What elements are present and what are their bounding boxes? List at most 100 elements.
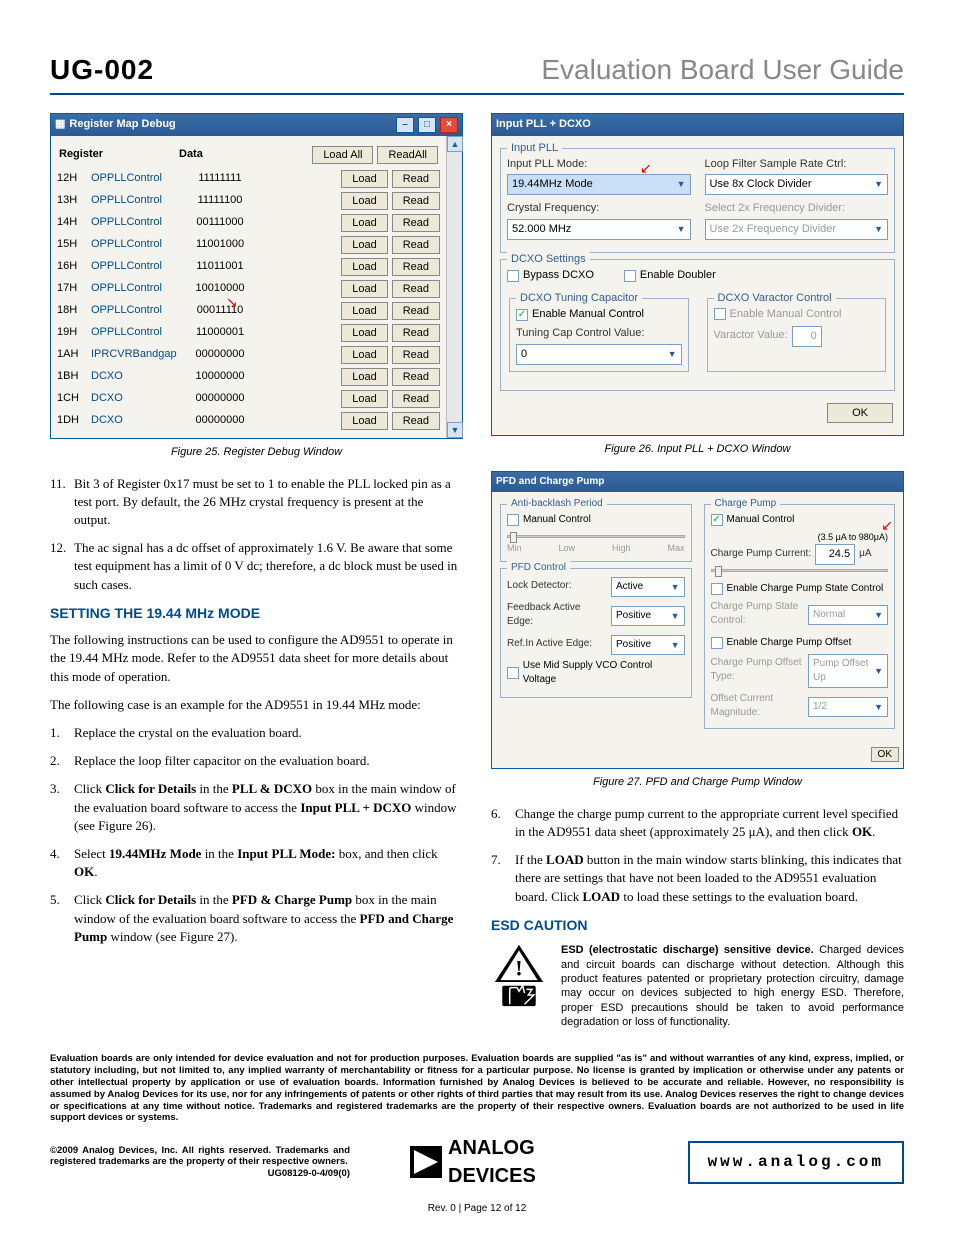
antibacklash-group: Anti-backlash Period Manual Control MinL… [500, 504, 692, 562]
ok-button[interactable]: OK [871, 747, 899, 762]
bypass-dcxo-checkbox[interactable]: Bypass DCXO [507, 268, 594, 283]
reg-addr: 15H [57, 237, 87, 252]
refin-edge-select[interactable]: Positive▼ [611, 635, 685, 655]
input-pll-mode-select[interactable]: 19.44MHz Mode▼ [507, 174, 691, 195]
lock-detector-select[interactable]: Active▼ [611, 577, 685, 597]
reg-data: 11011001 [185, 259, 255, 274]
chevron-down-icon: ▼ [874, 609, 883, 622]
cp-offset-checkbox[interactable]: Enable Charge Pump Offset [711, 636, 852, 650]
read-button[interactable]: Read [392, 280, 440, 298]
chevron-down-icon: ▼ [671, 639, 680, 652]
load-button[interactable]: Load [341, 258, 387, 276]
enable-manual-control-checkbox[interactable]: Enable Manual Control [714, 307, 842, 322]
loop-filter-select[interactable]: Use 8x Clock Divider▼ [705, 174, 889, 195]
ok-button[interactable]: OK [827, 403, 893, 423]
page-footer: ©2009 Analog Devices, Inc. All rights re… [50, 1134, 904, 1190]
load-button[interactable]: Load [341, 390, 387, 408]
table-header: Register Data Load All ReadAll [57, 142, 440, 168]
load-button[interactable]: Load [341, 368, 387, 386]
read-button[interactable]: Read [392, 346, 440, 364]
cp-state-control-checkbox[interactable]: Enable Charge Pump State Control [711, 582, 884, 596]
dcxo-settings-group: DCXO Settings Bypass DCXO Enable Doubler… [500, 259, 895, 391]
varactor-value-label: Varactor Value: [714, 328, 788, 343]
read-button[interactable]: Read [392, 412, 440, 430]
reg-data: 00000000 [185, 347, 255, 362]
load-button[interactable]: Load [341, 412, 387, 430]
group-label: DCXO Varactor Control [714, 291, 836, 306]
load-button[interactable]: Load [341, 170, 387, 188]
load-button[interactable]: Load [341, 302, 387, 320]
group-label: Anti-backlash Period [507, 497, 607, 511]
reg-addr: 14H [57, 215, 87, 230]
enable-doubler-checkbox[interactable]: Enable Doubler [624, 268, 716, 283]
group-label: DCXO Settings [507, 252, 590, 267]
svg-text:!: ! [515, 956, 522, 981]
cp-manual-control-checkbox[interactable]: ✓Manual Control [711, 513, 795, 527]
manual-control-checkbox[interactable]: Manual Control [507, 513, 591, 527]
chevron-down-icon: ▼ [874, 178, 883, 191]
read-button[interactable]: Read [392, 170, 440, 188]
read-button[interactable]: Read [392, 236, 440, 254]
charge-pump-group: Charge Pump ✓Manual Control (3.5 μA to 9… [704, 504, 896, 729]
scroll-up-icon[interactable]: ▲ [447, 136, 463, 152]
load-button[interactable]: Load [341, 192, 387, 210]
load-button[interactable]: Load [341, 214, 387, 232]
enable-manual-control-checkbox[interactable]: ✓Enable Manual Control [516, 307, 644, 322]
varactor-control-group: DCXO Varactor Control Enable Manual Cont… [707, 298, 887, 372]
crystal-freq-label: Crystal Frequency: [507, 201, 691, 216]
reg-name: OPPLLControl [91, 325, 181, 340]
website-link[interactable]: www.analog.com [688, 1141, 904, 1183]
figure-26-caption: Figure 26. Input PLL + DCXO Window [491, 442, 904, 457]
read-all-button[interactable]: ReadAll [377, 146, 438, 164]
read-button[interactable]: Read [392, 214, 440, 232]
cp-current-slider[interactable] [711, 569, 889, 572]
input-pll-mode-label: Input PLL Mode: [507, 157, 691, 172]
mid-supply-vco-checkbox[interactable]: Use Mid Supply VCO Control Voltage [507, 659, 685, 687]
read-button[interactable]: Read [392, 324, 440, 342]
scrollbar[interactable]: ▲ ▼ [446, 136, 462, 438]
read-button[interactable]: Read [392, 390, 440, 408]
body-paragraph: The following instructions can be used t… [50, 631, 463, 686]
read-button[interactable]: Read [392, 368, 440, 386]
reg-name: OPPLLControl [91, 303, 181, 318]
freq-divider-label: Select 2x Frequency Divider: [705, 201, 889, 216]
load-button[interactable]: Load [341, 346, 387, 364]
list-item: 2.Replace the loop filter capacitor on t… [50, 752, 463, 770]
cp-current-input[interactable]: 24.5 [815, 544, 855, 565]
reg-data: 11111111 [185, 171, 255, 186]
load-button[interactable]: Load [341, 236, 387, 254]
tuning-cap-value-select[interactable]: 0▼ [516, 344, 682, 365]
antibacklash-slider[interactable] [507, 535, 685, 538]
maximize-button[interactable]: □ [418, 117, 436, 133]
esd-caution-block: ! ESD (electrostatic discharge) sensitiv… [491, 943, 904, 1029]
read-button[interactable]: Read [392, 192, 440, 210]
load-button[interactable]: Load [341, 324, 387, 342]
reg-addr: 16H [57, 259, 87, 274]
close-button[interactable]: × [440, 117, 458, 133]
load-button[interactable]: Load [341, 280, 387, 298]
read-button[interactable]: Read [392, 302, 440, 320]
read-button[interactable]: Read [392, 258, 440, 276]
figure-25-caption: Figure 25. Register Debug Window [50, 445, 463, 460]
load-all-button[interactable]: Load All [312, 146, 373, 164]
annotation-arrow-icon: ↙ [640, 159, 652, 179]
window-title: Input PLL + DCXO [496, 117, 591, 132]
group-label: DCXO Tuning Capacitor [516, 291, 642, 306]
chevron-down-icon: ▼ [671, 581, 680, 594]
doc-code: UG-002 [50, 50, 154, 89]
reg-data: 00000000 [185, 391, 255, 406]
chevron-down-icon: ▼ [668, 348, 677, 361]
crystal-freq-select[interactable]: 52.000 MHz▼ [507, 219, 691, 240]
reg-addr: 1CH [57, 391, 87, 406]
doc-title: Evaluation Board User Guide [541, 50, 904, 89]
chevron-down-icon: ▼ [874, 665, 883, 678]
minimize-button[interactable]: – [396, 117, 414, 133]
list-item: 4.Select 19.44MHz Mode in the Input PLL … [50, 845, 463, 881]
reg-data: 10010000 [185, 281, 255, 296]
register-row: 1BHDCXO10000000LoadRead [57, 366, 440, 388]
feedback-edge-select[interactable]: Positive▼ [611, 606, 685, 626]
scroll-down-icon[interactable]: ▼ [447, 422, 463, 438]
register-debug-window: ▦ Register Map Debug – □ × Register Data… [50, 113, 463, 439]
list-item: 3.Click Click for Details in the PLL & D… [50, 780, 463, 835]
offset-magnitude-label: Offset Current Magnitude: [711, 692, 805, 720]
